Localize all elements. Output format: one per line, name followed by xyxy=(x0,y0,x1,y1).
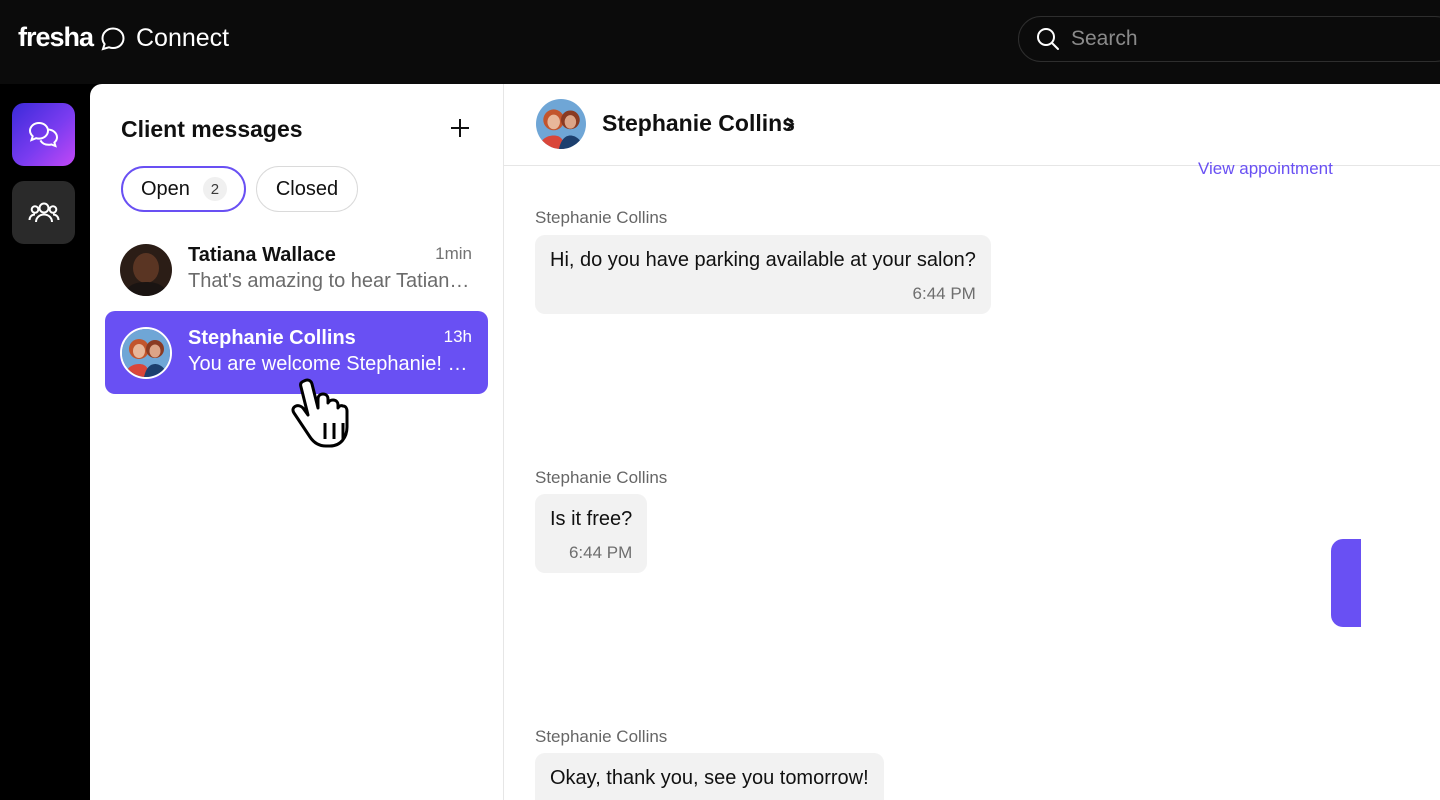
message-sender: Stephanie Collins xyxy=(535,208,668,227)
view-appointment-link[interactable]: View appointment xyxy=(1198,159,1333,179)
plus-icon xyxy=(451,119,469,137)
chevron-right-icon[interactable] xyxy=(784,115,796,133)
message-time: 6:44 PM xyxy=(568,543,633,562)
connect-label: Connect xyxy=(136,24,230,52)
filter-closed[interactable]: Closed xyxy=(256,166,358,212)
filter-closed-label: Closed xyxy=(275,177,339,200)
conversation-time: 1min xyxy=(435,244,472,263)
top-bar: fresha Connect xyxy=(0,0,1440,84)
rail-messages-button[interactable] xyxy=(12,103,75,166)
fresha-logo[interactable]: fresha xyxy=(18,22,94,53)
search-icon xyxy=(1037,28,1059,50)
message-bubble: Hi, do you have parking available at you… xyxy=(535,235,991,314)
conversation-name: Stephanie Collins xyxy=(188,327,356,349)
rail-clients-button[interactable] xyxy=(12,181,75,244)
conversation-time: 13h xyxy=(443,327,472,346)
new-message-button[interactable] xyxy=(446,114,474,142)
avatar xyxy=(120,327,172,379)
search-input[interactable] xyxy=(1071,17,1440,61)
message-text: Is it free? xyxy=(550,508,633,530)
message-text: Hi, do you have parking available at you… xyxy=(550,249,976,271)
messages-icon xyxy=(28,121,58,148)
conversation-name: Tatiana Wallace xyxy=(188,244,336,266)
search-bar[interactable] xyxy=(1018,16,1440,62)
chat-header: Stephanie Collins xyxy=(504,84,1440,166)
message-text: Okay, thank you, see you tomorrow! xyxy=(550,767,869,789)
conversation-item-tatiana[interactable]: Tatiana Wallace 1min That's amazing to h… xyxy=(105,228,488,311)
scroll-to-bottom-button[interactable] xyxy=(1331,539,1361,627)
chat-area: Stephanie Collins View appointment Steph… xyxy=(504,84,1440,800)
message-sender: Stephanie Collins xyxy=(535,468,668,487)
avatar xyxy=(120,244,172,296)
clients-icon xyxy=(28,202,59,222)
message-bubble: Is it free? 6:44 PM xyxy=(535,494,648,573)
message-sender: Stephanie Collins xyxy=(535,727,668,746)
contact-avatar[interactable] xyxy=(536,99,586,149)
chat-bubble-icon xyxy=(101,26,125,50)
message-bubble: Okay, thank you, see you tomorrow! xyxy=(535,753,884,800)
conversation-preview: You are welcome Stephanie! See you tomor… xyxy=(188,353,473,375)
hand-cursor-icon xyxy=(291,378,349,448)
message-time: 6:44 PM xyxy=(912,284,976,303)
conversation-preview: That's amazing to hear Tatiana! We look … xyxy=(188,270,473,292)
filter-open[interactable]: Open 2 xyxy=(121,166,246,212)
contact-name[interactable]: Stephanie Collins xyxy=(602,110,795,137)
connect-title: Connect xyxy=(100,24,229,53)
open-count-badge: 2 xyxy=(202,177,227,201)
filter-open-label: Open xyxy=(141,177,190,200)
list-title: Client messages xyxy=(121,116,303,142)
